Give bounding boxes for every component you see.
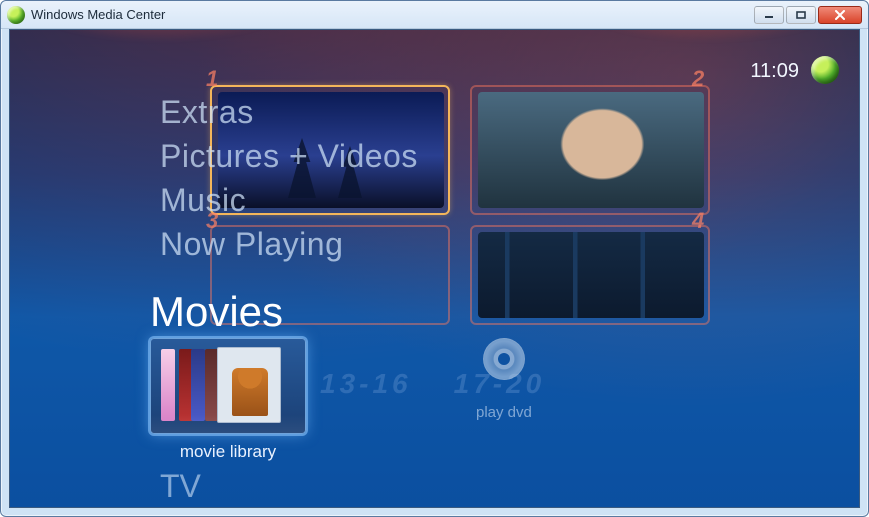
app-window: Windows Media Center 1 2 3 4 13-1617-20 <box>0 0 869 517</box>
titlebar: Windows Media Center <box>1 1 868 29</box>
close-button[interactable] <box>818 6 862 24</box>
decorative-number: 4 <box>692 208 704 234</box>
tile-play-dvd[interactable]: play dvd <box>476 338 532 421</box>
decorative-photo <box>478 92 704 208</box>
menu-item-pictures-videos[interactable]: Pictures + Videos <box>160 134 418 178</box>
decorative-photo <box>478 232 704 318</box>
app-icon <box>7 6 25 24</box>
vertical-menu: Extras Pictures + Videos Music Now Playi… <box>160 90 418 266</box>
window-buttons <box>754 6 862 24</box>
media-center-logo-icon[interactable] <box>811 56 839 84</box>
decorative-glow <box>519 29 860 80</box>
menu-item-now-playing[interactable]: Now Playing <box>160 222 418 266</box>
maximize-button[interactable] <box>786 6 816 24</box>
clock: 11:09 <box>750 60 799 83</box>
decorative-glow <box>9 29 350 80</box>
tile-row: movie library play dvd <box>150 338 532 462</box>
movie-library-thumb <box>150 338 306 434</box>
window-title: Windows Media Center <box>31 7 754 22</box>
menu-item-extras[interactable]: Extras <box>160 90 418 134</box>
tile-label: movie library <box>180 442 276 462</box>
disc-icon <box>483 338 525 380</box>
decorative-number: 2 <box>692 66 704 92</box>
menu-item-music[interactable]: Music <box>160 178 418 222</box>
menu-item-tv[interactable]: TV <box>160 468 201 505</box>
section-title-movies[interactable]: Movies <box>150 288 283 336</box>
client-area: 1 2 3 4 13-1617-20 11:09 Extras Pictures… <box>9 29 860 508</box>
tile-label: play dvd <box>476 404 532 421</box>
minimize-button[interactable] <box>754 6 784 24</box>
decorative-number: 1 <box>206 66 218 92</box>
tile-movie-library[interactable]: movie library <box>150 338 306 462</box>
